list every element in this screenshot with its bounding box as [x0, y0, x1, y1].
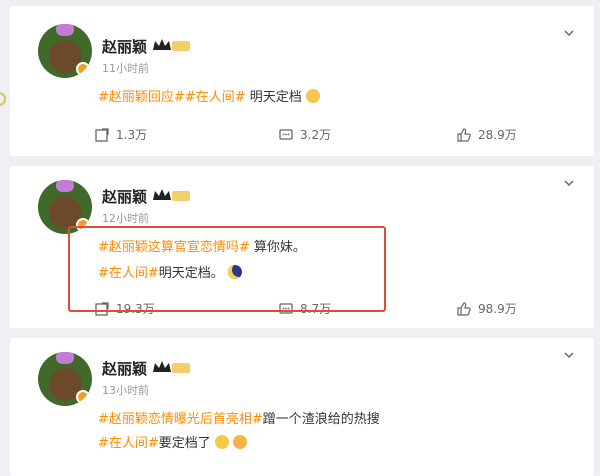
- thumbs-up-icon: [457, 127, 471, 142]
- repost-icon: [95, 127, 109, 142]
- post-time: 13小时前: [102, 384, 149, 397]
- author-name[interactable]: 赵丽颖: [102, 36, 147, 57]
- hashtag[interactable]: #赵丽颖回应#: [98, 90, 185, 105]
- comment-button[interactable]: 8.7万: [278, 300, 331, 317]
- post-text-line: #赵丽颖恋情曝光后首亮相#蹭一个渣浪给的热搜: [98, 408, 380, 427]
- crown-icon: [153, 39, 171, 50]
- repost-button[interactable]: 19.3万: [94, 300, 155, 317]
- verified-badge-icon: [76, 62, 90, 76]
- crown-icon: [153, 189, 171, 200]
- like-count: 98.9万: [478, 302, 517, 316]
- moon-emoji-icon: [227, 265, 242, 279]
- chevron-down-icon[interactable]: [564, 28, 574, 38]
- post-text-line: #在人间#要定档了: [98, 432, 248, 451]
- comment-icon: [279, 302, 293, 314]
- repost-button[interactable]: 1.3万: [94, 126, 147, 143]
- thumbs-up-icon: [457, 301, 471, 316]
- partial-icon: [0, 92, 6, 106]
- chevron-down-icon[interactable]: [564, 350, 574, 360]
- avatar[interactable]: [38, 180, 92, 234]
- vip-badge-icon: [172, 363, 190, 373]
- emoji-icon: [214, 435, 229, 449]
- post-text: 明天定档。: [158, 266, 224, 281]
- post-card-2: 赵丽颖 12小时前 #赵丽颖这算官宣恋情吗# 算你妹。 #在人间#明天定档。 1…: [10, 166, 594, 328]
- post-time: 11小时前: [102, 62, 149, 75]
- comment-button[interactable]: 3.2万: [278, 126, 331, 143]
- post-card-3: 赵丽颖 13小时前 #赵丽颖恋情曝光后首亮相#蹭一个渣浪给的热搜 #在人间#要定…: [10, 338, 594, 476]
- post-text-line: #赵丽颖回应##在人间# 明天定档: [98, 86, 320, 105]
- hashtag[interactable]: #赵丽颖这算官宣恋情吗#: [98, 240, 250, 255]
- author-name[interactable]: 赵丽颖: [102, 186, 147, 207]
- post-time: 12小时前: [102, 212, 149, 225]
- like-button[interactable]: 98.9万: [456, 300, 517, 317]
- like-count: 28.9万: [478, 128, 517, 142]
- vip-badge-icon: [172, 41, 190, 51]
- emoji-icon: [305, 89, 320, 103]
- repost-icon: [95, 301, 109, 316]
- comment-count: 8.7万: [300, 302, 332, 316]
- post-text-line: #赵丽颖这算官宣恋情吗# 算你妹。: [98, 236, 306, 255]
- post-text: 蹭一个渣浪给的热搜: [262, 412, 380, 427]
- crown-icon: [153, 361, 171, 372]
- hashtag[interactable]: #在人间#: [98, 436, 159, 451]
- vip-badge-icon: [172, 191, 190, 201]
- comment-count: 3.2万: [300, 128, 332, 142]
- avatar[interactable]: [38, 24, 92, 78]
- post-text: 算你妹。: [249, 240, 306, 255]
- hashtag[interactable]: #在人间#: [98, 266, 159, 281]
- avatar[interactable]: [38, 352, 92, 406]
- post-text-line: #在人间#明天定档。: [98, 262, 242, 281]
- hashtag[interactable]: #赵丽颖恋情曝光后首亮相#: [98, 412, 263, 427]
- author-name[interactable]: 赵丽颖: [102, 358, 147, 379]
- post-card-1: 赵丽颖 11小时前 #赵丽颖回应##在人间# 明天定档 1.3万 3.2万 28…: [10, 6, 594, 156]
- verified-badge-icon: [76, 390, 90, 404]
- repost-count: 19.3万: [116, 302, 155, 316]
- hashtag[interactable]: #在人间#: [185, 90, 246, 105]
- post-text: 要定档了: [158, 436, 211, 451]
- repost-count: 1.3万: [116, 128, 148, 142]
- verified-badge-icon: [76, 218, 90, 232]
- emoji-icon: [233, 435, 248, 449]
- chevron-down-icon[interactable]: [564, 178, 574, 188]
- like-button[interactable]: 28.9万: [456, 126, 517, 143]
- comment-icon: [279, 128, 293, 140]
- post-text: 明天定档: [245, 90, 302, 105]
